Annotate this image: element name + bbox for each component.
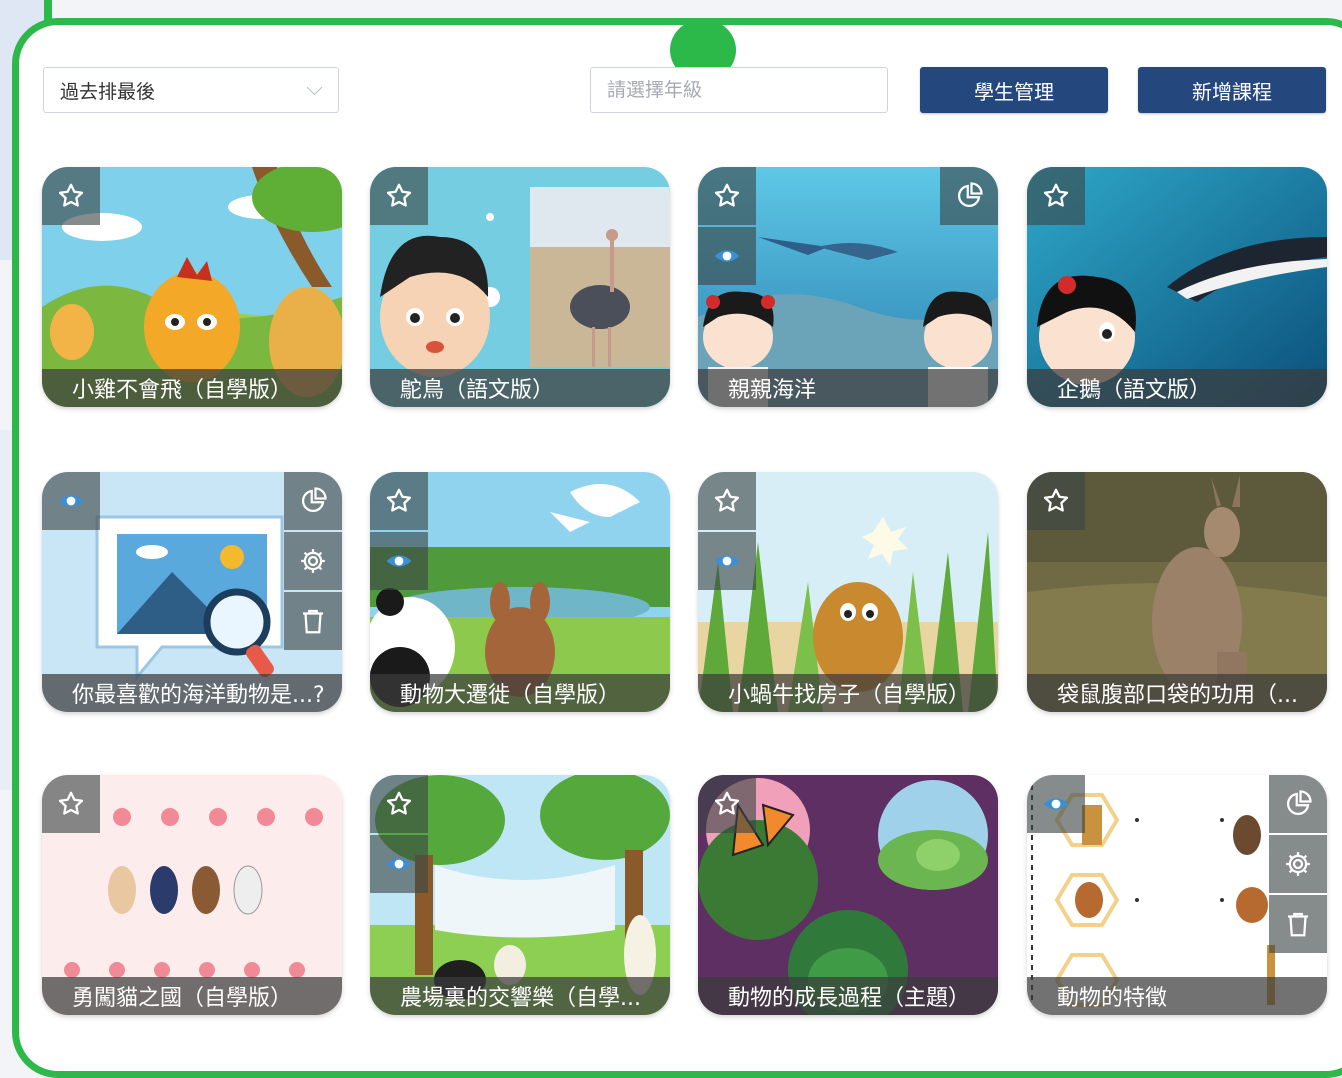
course-title: 企鵝（語文版）: [1027, 369, 1327, 407]
student-manage-button[interactable]: 學生管理: [920, 67, 1108, 113]
course-title: 鴕鳥（語文版）: [370, 369, 670, 407]
pie-chart-icon[interactable]: [940, 167, 998, 225]
course-card[interactable]: 農場裏的交響樂（自學...: [370, 775, 670, 1015]
star-icon[interactable]: [1027, 167, 1085, 225]
course-card[interactable]: 勇闖貓之國（自學版）: [42, 775, 342, 1015]
star-icon[interactable]: [698, 167, 756, 225]
course-title: 動物的特徵: [1027, 977, 1327, 1015]
course-card[interactable]: 動物的成長過程（主題）: [698, 775, 998, 1015]
course-card[interactable]: 親親海洋: [698, 167, 998, 407]
course-title: 動物的成長過程（主題）: [698, 977, 998, 1015]
eye-icon[interactable]: [42, 472, 100, 530]
course-title: 勇闖貓之國（自學版）: [42, 977, 342, 1015]
course-card[interactable]: 動物大遷徙（自學版）: [370, 472, 670, 712]
course-title: 動物大遷徙（自學版）: [370, 674, 670, 712]
course-title: 小蝸牛找房子（自學版）: [698, 674, 998, 712]
sort-select[interactable]: 過去排最後: [43, 67, 339, 113]
course-card[interactable]: 動物的特徵: [1027, 775, 1327, 1015]
course-card[interactable]: 袋鼠腹部口袋的功用（...: [1027, 472, 1327, 712]
course-title: 親親海洋: [698, 369, 998, 407]
star-icon[interactable]: [42, 167, 100, 225]
gear-icon[interactable]: [284, 532, 342, 590]
course-card[interactable]: 鴕鳥（語文版）: [370, 167, 670, 407]
trash-icon[interactable]: [1269, 895, 1327, 953]
pie-chart-icon[interactable]: [284, 472, 342, 530]
sort-select-value: 過去排最後: [60, 80, 156, 103]
course-title: 你最喜歡的海洋動物是...?: [42, 674, 342, 712]
add-course-button[interactable]: 新增課程: [1138, 67, 1326, 113]
course-card[interactable]: 小蝸牛找房子（自學版）: [698, 472, 998, 712]
course-title: 袋鼠腹部口袋的功用（...: [1027, 674, 1327, 712]
star-icon[interactable]: [370, 472, 428, 530]
eye-icon[interactable]: [370, 532, 428, 590]
gear-icon[interactable]: [1269, 835, 1327, 893]
course-title: 農場裏的交響樂（自學...: [370, 977, 670, 1015]
grade-select[interactable]: [590, 67, 888, 113]
eye-icon[interactable]: [698, 532, 756, 590]
star-icon[interactable]: [42, 775, 100, 833]
star-icon[interactable]: [370, 775, 428, 833]
star-icon[interactable]: [698, 775, 756, 833]
star-icon[interactable]: [698, 472, 756, 530]
course-title: 小雞不會飛（自學版）: [42, 369, 342, 407]
eye-icon[interactable]: [698, 227, 756, 285]
chevron-down-icon: [306, 79, 323, 95]
trash-icon[interactable]: [284, 592, 342, 650]
star-icon[interactable]: [370, 167, 428, 225]
pie-chart-icon[interactable]: [1269, 775, 1327, 833]
course-card[interactable]: 企鵝（語文版）: [1027, 167, 1327, 407]
star-icon[interactable]: [1027, 472, 1085, 530]
course-card[interactable]: 你最喜歡的海洋動物是...?: [42, 472, 342, 712]
course-card[interactable]: 小雞不會飛（自學版）: [42, 167, 342, 407]
eye-icon[interactable]: [370, 835, 428, 893]
eye-icon[interactable]: [1027, 775, 1085, 833]
